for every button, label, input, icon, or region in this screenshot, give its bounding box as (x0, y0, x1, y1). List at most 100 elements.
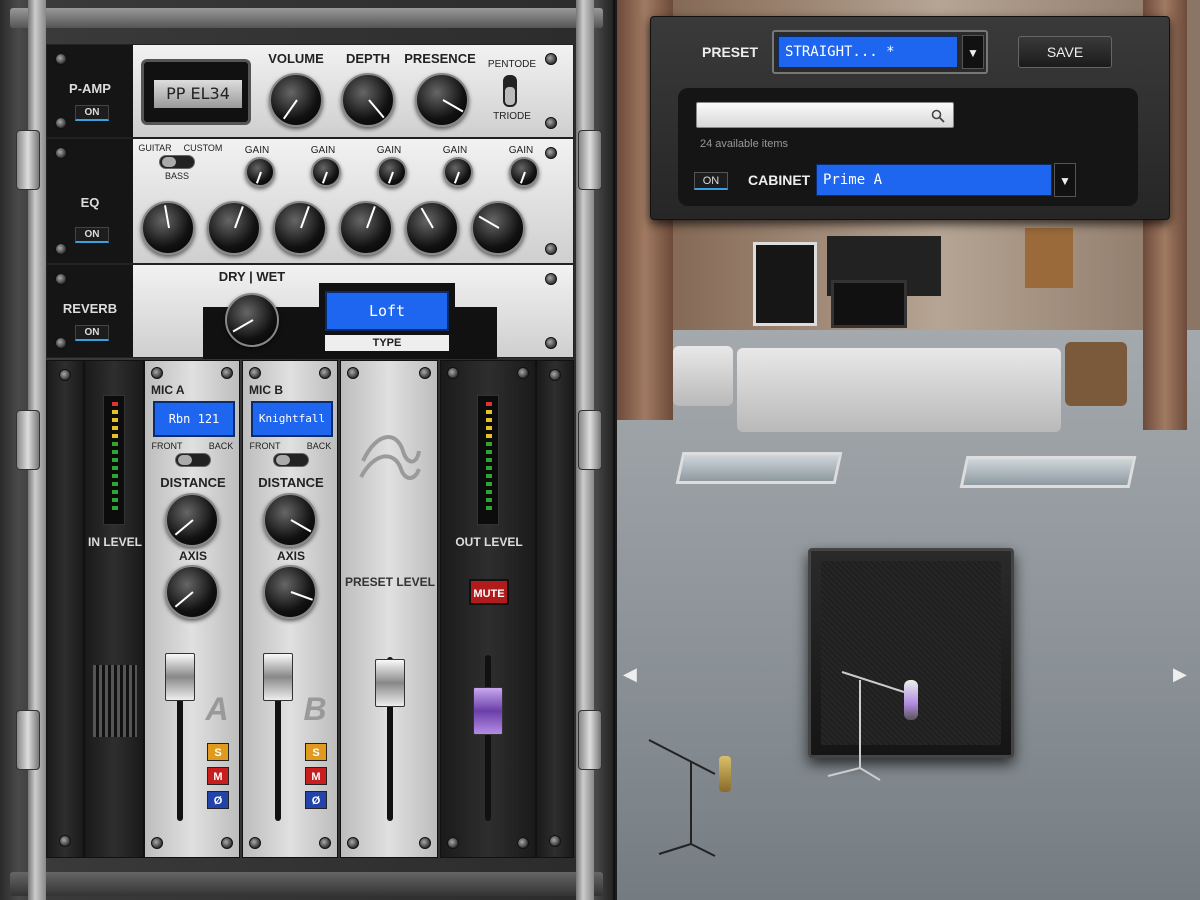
eq-mode-guitar-label: GUITAR (138, 143, 172, 153)
search-input[interactable] (696, 102, 954, 128)
scene-prev-arrow[interactable]: ◀ (623, 664, 637, 685)
scene-next-arrow[interactable]: ▶ (1173, 664, 1187, 685)
eq-freq-knob-3[interactable] (273, 201, 327, 255)
reverb-type-display[interactable]: Loft (325, 291, 449, 331)
presence-knob[interactable] (415, 73, 469, 127)
mic-b-distance-knob[interactable] (263, 493, 317, 547)
depth-knob[interactable] (341, 73, 395, 127)
floor-skylight (959, 456, 1137, 488)
mic-b-fader[interactable] (263, 653, 293, 701)
drywet-knob[interactable] (225, 293, 279, 347)
screw (545, 147, 557, 159)
eq-gain-knob-5[interactable] (509, 157, 539, 187)
mic-a-label: MIC A (151, 383, 185, 397)
screw (59, 369, 71, 381)
screw (545, 337, 557, 349)
screw (549, 369, 561, 381)
mic-a-solo-button[interactable]: S (207, 743, 229, 761)
volume-knob[interactable] (269, 73, 323, 127)
mic-a-phase-button[interactable]: Ø (207, 791, 229, 809)
preset-label: PRESET (702, 44, 759, 60)
pamp-on-button[interactable]: ON (75, 105, 109, 121)
screw (55, 273, 67, 285)
mic-b-letter: B (303, 691, 327, 727)
mic-b-axis-knob[interactable] (263, 565, 317, 619)
cabinet-label: CABINET (748, 172, 811, 188)
mic-b-solo-button[interactable]: S (305, 743, 327, 761)
out-level-fader-track (485, 655, 491, 821)
eq-freq-knob-2[interactable] (207, 201, 261, 255)
out-level-strip: OUT LEVEL MUTE (440, 360, 536, 858)
preset-level-fader[interactable] (375, 659, 405, 707)
mic-a-model-display[interactable]: Rbn 121 (153, 401, 235, 437)
mic-b-mute-button[interactable]: M (305, 767, 327, 785)
preset-dropdown-button[interactable]: ▼ (962, 35, 984, 69)
mic-a-strip: MIC A Rbn 121 FRONT BACK DISTANCE AXIS A… (144, 360, 240, 858)
mic-b-distance-label: DISTANCE (258, 475, 324, 490)
preset-level-label: PRESET LEVEL (344, 575, 436, 589)
in-level-meter (103, 395, 125, 525)
eq-freq-knob-1[interactable] (141, 201, 195, 255)
wall-painting (753, 242, 817, 326)
mic-a-distance-knob[interactable] (165, 493, 219, 547)
microphone-b-icon[interactable] (719, 756, 731, 792)
armchair (673, 346, 733, 406)
save-button[interactable]: SAVE (1018, 36, 1112, 68)
reverb-label-panel: REVERB ON (47, 265, 133, 357)
case-latch (578, 710, 602, 770)
mic-b-model-display[interactable]: Knightfall (251, 401, 333, 437)
mic-a-position-switch[interactable] (175, 453, 211, 467)
mic-a-mute-button[interactable]: M (207, 767, 229, 785)
search-icon[interactable] (931, 109, 945, 123)
eq-freq-knob-4[interactable] (339, 201, 393, 255)
screw (221, 367, 233, 379)
screw (419, 367, 431, 379)
tube-display-frame: PP EL34 (141, 59, 251, 125)
reverb-unit: REVERB ON DRY | WET Loft TYPE (46, 264, 574, 359)
effects-rack: P-AMP ON PP EL34 VOLUME DEPTH PRESENCE P… (0, 0, 615, 900)
eq-mode-switch[interactable] (159, 155, 195, 169)
eq-gain-knob-2[interactable] (311, 157, 341, 187)
mic-a-front-label: FRONT (151, 441, 183, 451)
eq-freq-knob-5[interactable] (405, 201, 459, 255)
screw (447, 837, 459, 849)
reverb-type-label: TYPE (325, 335, 449, 351)
out-mute-button[interactable]: MUTE (469, 579, 509, 605)
screw (419, 837, 431, 849)
screw (221, 837, 233, 849)
eq-on-button[interactable]: ON (75, 227, 109, 243)
eq-gain-knob-4[interactable] (443, 157, 473, 187)
eq-label-panel: EQ ON (47, 139, 133, 263)
cabinet-dropdown-button[interactable]: ▼ (1054, 163, 1076, 197)
microphone-a-icon[interactable] (904, 680, 918, 720)
screw (517, 367, 529, 379)
screw (549, 835, 561, 847)
eq-gain-knob-3[interactable] (377, 157, 407, 187)
floor-skylight (675, 452, 843, 484)
pentode-triode-switch[interactable] (503, 75, 517, 107)
reverb-on-button[interactable]: ON (75, 325, 109, 341)
presence-label: PRESENCE (404, 51, 476, 66)
eq-gain-label: GAIN (244, 145, 270, 156)
out-level-fader[interactable] (473, 687, 503, 735)
eq-gain-label: GAIN (310, 145, 336, 156)
preset-display[interactable]: STRAIGHT... * (778, 36, 958, 68)
mic-a-fader[interactable] (165, 653, 195, 701)
in-level-vent (93, 665, 137, 737)
eq-gain-knob-1[interactable] (245, 157, 275, 187)
mic-b-label: MIC B (249, 383, 283, 397)
mic-a-axis-label: AXIS (178, 549, 207, 563)
cabinet-on-button[interactable]: ON (694, 172, 728, 190)
mic-b-strip: MIC B Knightfall FRONT BACK DISTANCE AXI… (242, 360, 338, 858)
cabinet-display[interactable]: Prime A (816, 164, 1052, 196)
mic-a-axis-knob[interactable] (165, 565, 219, 619)
app-root: P-AMP ON PP EL34 VOLUME DEPTH PRESENCE P… (0, 0, 1200, 900)
screw (55, 337, 67, 349)
mic-b-position-switch[interactable] (273, 453, 309, 467)
screw (545, 53, 557, 65)
eq-freq-knob-6[interactable] (471, 201, 525, 255)
screw (447, 367, 459, 379)
tube-display[interactable]: PP EL34 (154, 80, 242, 108)
preset-level-strip: PRESET LEVEL (340, 360, 438, 858)
mic-b-phase-button[interactable]: Ø (305, 791, 327, 809)
